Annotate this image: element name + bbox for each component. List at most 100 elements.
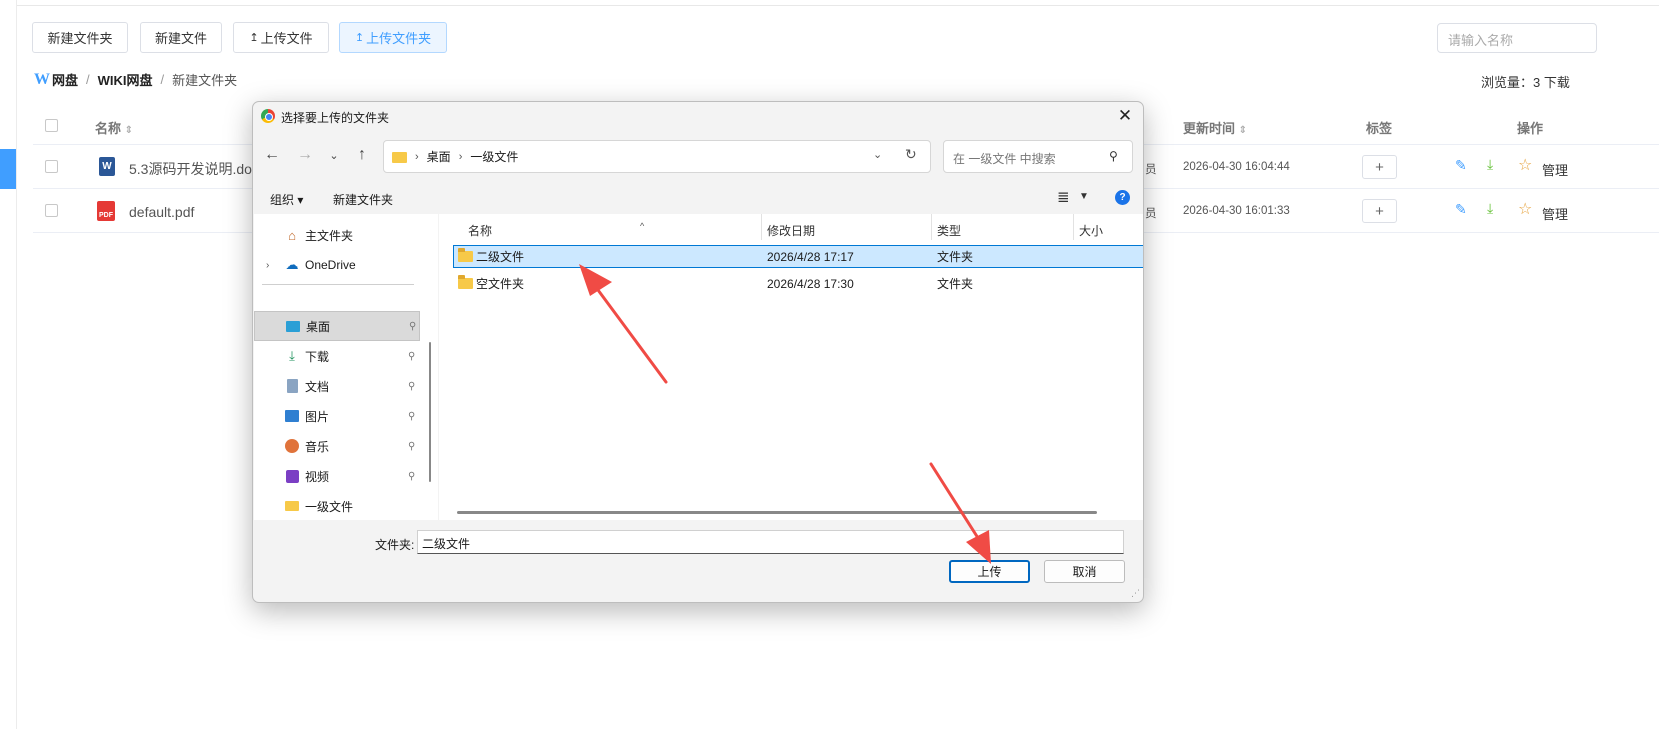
add-tag-button[interactable]: + bbox=[1362, 199, 1397, 223]
upload-folder-label: 上传文件夹 bbox=[366, 31, 432, 46]
sort-caret-icon: ^ bbox=[640, 221, 645, 231]
video-icon bbox=[284, 468, 300, 484]
sidebar-item-music[interactable]: 音乐 ⚲ bbox=[254, 432, 420, 460]
refresh-icon[interactable]: ↻ bbox=[905, 146, 917, 163]
recent-locations-chevron-icon[interactable]: ⌄ bbox=[323, 149, 345, 162]
modified-date: 2026/4/28 17:30 bbox=[767, 276, 854, 291]
column-header-type[interactable]: 类型 bbox=[937, 222, 961, 239]
horizontal-scrollbar[interactable] bbox=[457, 511, 1097, 514]
sidebar-item-label: 图片 bbox=[305, 409, 330, 424]
updated-time: 2026-04-30 16:04:44 bbox=[1183, 161, 1290, 173]
folder-picker-dialog: 选择要上传的文件夹 ✕ ← → ⌄ ↑ › 桌面 › 一级文件 ⌄ ↻ 在 一级… bbox=[252, 101, 1144, 603]
column-header-name[interactable]: 名称 ^ bbox=[468, 221, 644, 239]
column-separator[interactable] bbox=[1073, 214, 1074, 240]
path-segment-desktop[interactable]: 桌面 bbox=[427, 148, 451, 165]
column-separator[interactable] bbox=[931, 214, 932, 240]
organize-menu[interactable]: 组织 ▾ bbox=[270, 191, 303, 208]
column-header-name[interactable]: 名称 ⇕ bbox=[95, 118, 133, 137]
pin-icon: ⚲ bbox=[408, 380, 416, 392]
home-icon: ⌂ bbox=[288, 227, 296, 243]
view-options-icon[interactable]: ≣ bbox=[1057, 188, 1070, 206]
manage-link[interactable]: 管理 bbox=[1542, 204, 1568, 223]
pin-icon: ⚲ bbox=[408, 410, 416, 422]
upload-folder-button[interactable]: ↥ 上传文件夹 bbox=[339, 22, 447, 53]
help-icon[interactable]: ? bbox=[1115, 190, 1130, 205]
sidebar-item-label: 音乐 bbox=[305, 439, 330, 454]
select-all-checkbox[interactable] bbox=[45, 119, 58, 132]
sidebar-item-label: 文档 bbox=[305, 379, 330, 394]
column-header-modified[interactable]: 修改日期 bbox=[767, 222, 815, 239]
sidebar-item-documents[interactable]: 文档 ⚲ bbox=[254, 372, 420, 400]
row-checkbox[interactable] bbox=[45, 160, 58, 173]
folder-name-input[interactable]: 二级文件 bbox=[417, 530, 1124, 554]
download-icon[interactable]: ⤓ bbox=[1487, 156, 1493, 173]
owner-text: 员 bbox=[1145, 164, 1157, 176]
manage-link[interactable]: 管理 bbox=[1542, 160, 1568, 179]
resize-grip-icon[interactable]: ⋰ bbox=[1131, 588, 1140, 599]
file-name[interactable]: default.pdf bbox=[129, 204, 194, 220]
sidebar-item-desktop[interactable]: 桌面 ⚲ bbox=[254, 311, 420, 341]
sidebar-item-downloads[interactable]: ⤓ 下载 ⚲ bbox=[254, 342, 420, 370]
upload-button[interactable]: 上传 bbox=[949, 560, 1030, 583]
sidebar-item-label: OneDrive bbox=[305, 258, 356, 272]
path-segment-current[interactable]: 一级文件 bbox=[470, 148, 518, 165]
updated-time: 2026-04-30 16:01:33 bbox=[1183, 205, 1290, 217]
item-type: 文件夹 bbox=[937, 250, 974, 264]
sidebar-item-videos[interactable]: 视频 ⚲ bbox=[254, 462, 420, 490]
column-header-updated[interactable]: 更新时间 ⇕ bbox=[1183, 118, 1247, 137]
edit-icon[interactable]: ✎ bbox=[1455, 157, 1467, 174]
file-row[interactable]: 空文件夹 2026/4/28 17:30 文件夹 bbox=[453, 272, 1143, 295]
expand-chevron-icon[interactable]: › bbox=[266, 260, 269, 271]
star-icon[interactable]: ☆ bbox=[1518, 199, 1532, 219]
up-arrow-icon[interactable]: ↑ bbox=[351, 146, 373, 164]
sidebar-item-label: 下载 bbox=[305, 349, 330, 364]
sidebar-item-onedrive[interactable]: › ☁ OneDrive bbox=[254, 251, 420, 279]
sidebar-item-home[interactable]: ⌂ 主文件夹 bbox=[254, 221, 420, 249]
cloud-icon: ☁ bbox=[285, 257, 299, 272]
view-dropdown-icon[interactable]: ▼ bbox=[1079, 191, 1089, 202]
new-folder-command[interactable]: 新建文件夹 bbox=[333, 191, 393, 208]
file-row-selected[interactable]: 二级文件 2026/4/28 17:17 文件夹 bbox=[453, 245, 1143, 268]
sidebar-item-pictures[interactable]: 图片 ⚲ bbox=[254, 402, 420, 430]
add-tag-button[interactable]: + bbox=[1362, 155, 1397, 179]
back-arrow-icon[interactable]: ← bbox=[261, 146, 283, 164]
cancel-button[interactable]: 取消 bbox=[1044, 560, 1125, 583]
search-input[interactable]: 请输入名称 bbox=[1437, 23, 1597, 53]
sidebar-item-label: 视频 bbox=[305, 469, 330, 484]
download-icon[interactable]: ⤓ bbox=[1487, 200, 1493, 217]
folder-icon bbox=[458, 248, 473, 262]
picture-icon bbox=[284, 408, 300, 424]
document-icon bbox=[284, 378, 300, 394]
breadcrumb-root[interactable]: 网盘 bbox=[52, 70, 78, 89]
folder-field-label: 文件夹: bbox=[375, 538, 415, 552]
folder-icon bbox=[392, 152, 407, 163]
owner-text: 员 bbox=[1145, 208, 1157, 220]
breadcrumb-separator: / bbox=[160, 72, 165, 87]
star-icon[interactable]: ☆ bbox=[1518, 155, 1532, 175]
address-dropdown-icon[interactable]: ⌄ bbox=[873, 148, 882, 161]
pin-icon: ⚲ bbox=[409, 320, 417, 332]
row-checkbox[interactable] bbox=[45, 204, 58, 217]
column-separator[interactable] bbox=[761, 214, 762, 240]
column-header-size[interactable]: 大小 bbox=[1079, 222, 1103, 239]
forward-arrow-icon[interactable]: → bbox=[294, 146, 316, 164]
close-button[interactable]: ✕ bbox=[1113, 104, 1137, 128]
sidebar-item-level1-folder[interactable]: 一级文件 bbox=[254, 492, 420, 520]
sidebar-item-label: 主文件夹 bbox=[305, 228, 354, 243]
active-nav-marker bbox=[0, 149, 16, 189]
desktop-icon bbox=[285, 318, 301, 334]
sidebar-scrollbar[interactable] bbox=[429, 342, 431, 482]
sidebar-divider bbox=[262, 284, 414, 285]
address-bar[interactable]: › 桌面 › 一级文件 bbox=[383, 140, 931, 173]
item-type: 文件夹 bbox=[937, 277, 974, 291]
folder-search-input[interactable]: 在 一级文件 中搜索 bbox=[943, 140, 1133, 173]
file-name[interactable]: 5.3源码开发说明.docx bbox=[129, 159, 266, 179]
new-file-button[interactable]: 新建文件 bbox=[140, 22, 222, 53]
new-folder-button[interactable]: 新建文件夹 bbox=[32, 22, 128, 53]
upload-file-button[interactable]: ↥ 上传文件 bbox=[233, 22, 329, 53]
upload-icon: ↥ bbox=[354, 32, 365, 44]
breadcrumb-current: 新建文件夹 bbox=[172, 73, 238, 88]
edit-icon[interactable]: ✎ bbox=[1455, 201, 1467, 218]
breadcrumb-wiki[interactable]: WIKI网盘 bbox=[98, 70, 153, 89]
chrome-icon bbox=[261, 109, 275, 123]
